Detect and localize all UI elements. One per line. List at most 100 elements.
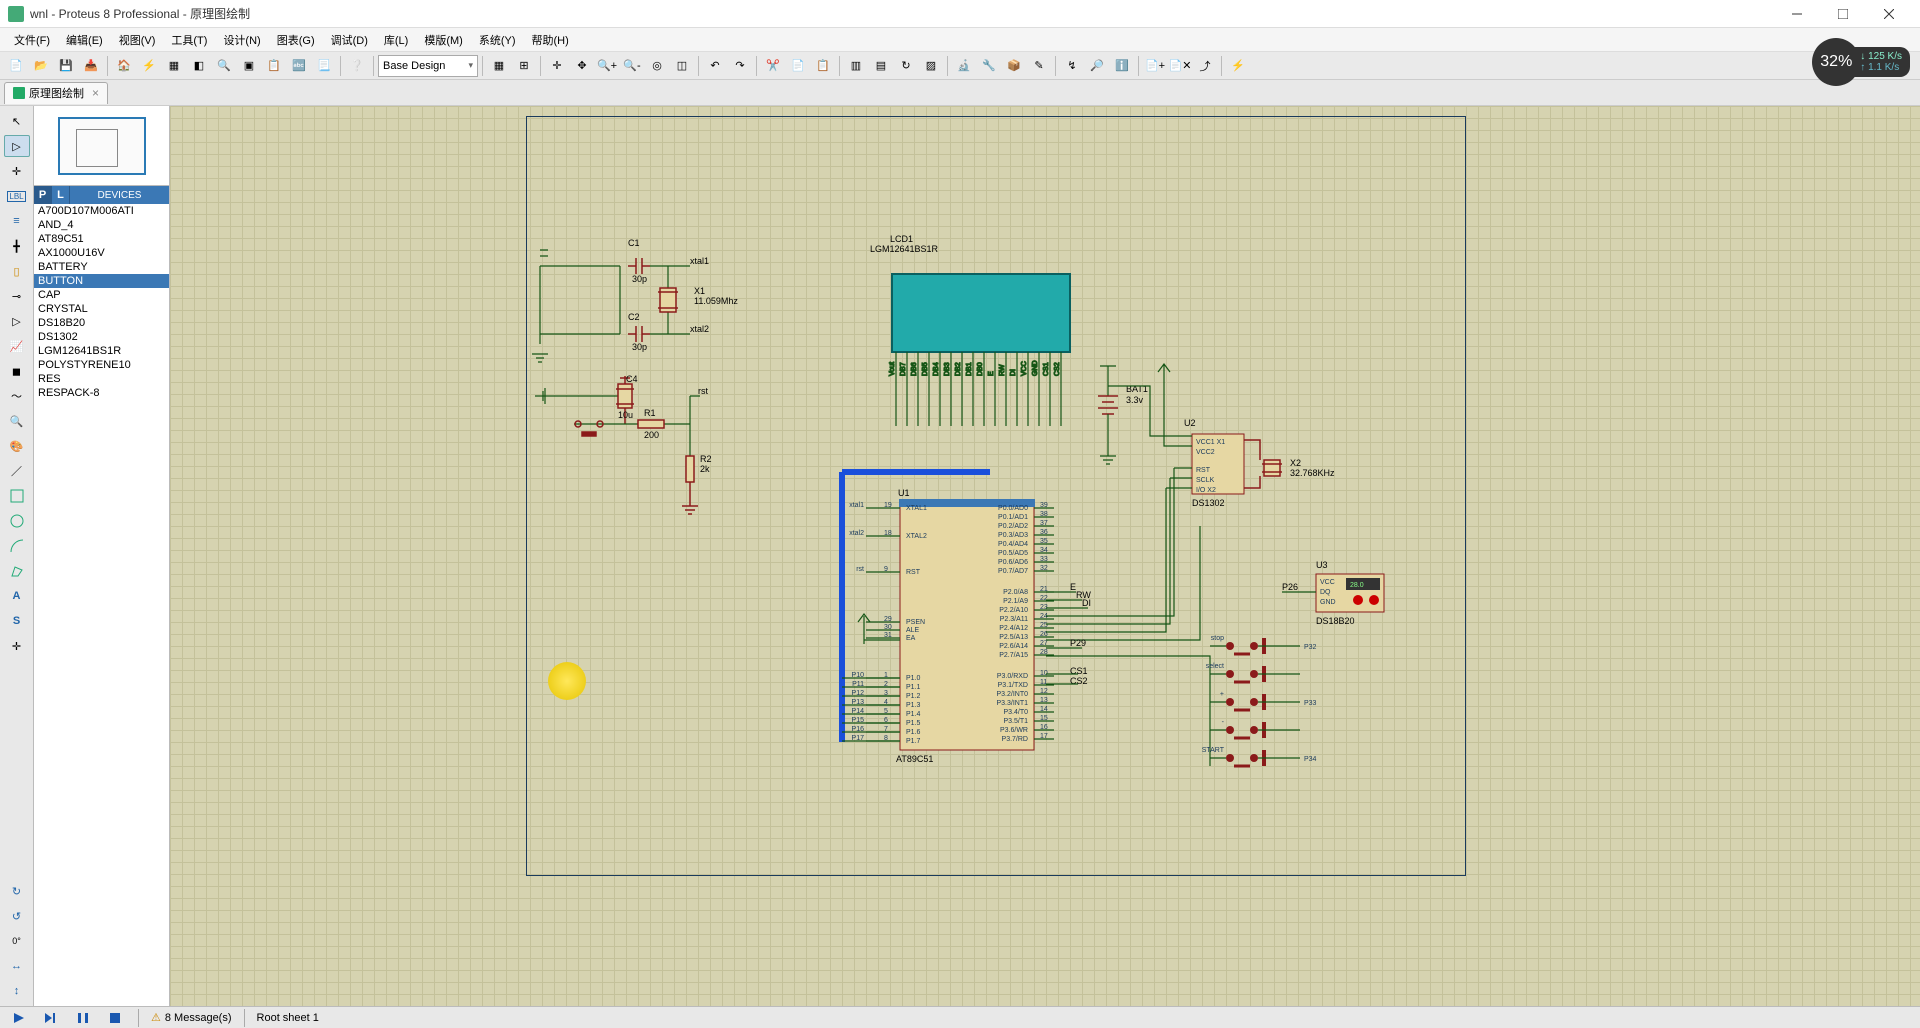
zoom-area-icon[interactable]: ◫ xyxy=(670,54,694,78)
menu-edit[interactable]: 编辑(E) xyxy=(58,29,111,51)
component-mode-icon[interactable]: ▷ xyxy=(4,135,30,157)
minimize-button[interactable] xyxy=(1774,0,1820,28)
device-item[interactable]: DS18B20 xyxy=(34,316,169,330)
current-probe-icon[interactable]: 🎨 xyxy=(4,435,30,457)
pcb-layout-icon[interactable]: ▦ xyxy=(162,54,186,78)
mirror-vertical-icon[interactable]: ↕ xyxy=(4,980,30,1002)
device-item[interactable]: BATTERY xyxy=(34,260,169,274)
stop-simulation-button[interactable] xyxy=(102,1009,128,1027)
copy-icon[interactable]: 📄 xyxy=(786,54,810,78)
remove-sheet-icon[interactable]: 📄✕ xyxy=(1168,54,1192,78)
menu-graph[interactable]: 图表(G) xyxy=(269,29,323,51)
packaging-tool-icon[interactable]: 📦 xyxy=(1002,54,1026,78)
device-item[interactable]: AT89C51 xyxy=(34,232,169,246)
menu-file[interactable]: 文件(F) xyxy=(6,29,58,51)
rotate-cw-icon[interactable]: ↻ xyxy=(4,880,30,902)
origin-icon[interactable]: ✛ xyxy=(545,54,569,78)
redo-icon[interactable]: ↷ xyxy=(728,54,752,78)
2d-arc-icon[interactable] xyxy=(4,560,30,582)
pick-devices-icon[interactable]: 🔬 xyxy=(952,54,976,78)
device-item[interactable]: RES xyxy=(34,372,169,386)
device-item[interactable]: AND_4 xyxy=(34,218,169,232)
voltage-probe-icon[interactable]: 🔍 xyxy=(4,410,30,432)
tape-recorder-icon[interactable]: ◼ xyxy=(4,360,30,382)
devices-list[interactable]: A700D107M006ATIAND_4AT89C51AX1000U16VBAT… xyxy=(34,204,169,1006)
pause-simulation-button[interactable] xyxy=(70,1009,96,1027)
block-copy-icon[interactable]: ▥ xyxy=(844,54,868,78)
terminal-icon[interactable]: ⊸ xyxy=(4,285,30,307)
menu-debug[interactable]: 调试(D) xyxy=(323,29,376,51)
toggle-grid-icon[interactable]: ▦ xyxy=(487,54,511,78)
device-item[interactable]: AX1000U16V xyxy=(34,246,169,260)
device-item[interactable]: BUTTON xyxy=(34,274,169,288)
selection-mode-icon[interactable]: ↖ xyxy=(4,110,30,132)
design-explorer-icon[interactable]: 🔍 xyxy=(212,54,236,78)
undo-icon[interactable]: ↶ xyxy=(703,54,727,78)
device-item[interactable]: LGM12641BS1R xyxy=(34,344,169,358)
exit-to-parent-icon[interactable]: ⤴ xyxy=(1193,54,1217,78)
cut-icon[interactable]: ✂️ xyxy=(761,54,785,78)
tab-schematic[interactable]: 原理图绘制 × xyxy=(4,82,108,104)
zoom-in-icon[interactable]: 🔍+ xyxy=(595,54,619,78)
pick-devices-button[interactable]: P xyxy=(34,186,52,204)
block-delete-icon[interactable]: ▨ xyxy=(919,54,943,78)
gerber-view-icon[interactable]: ◧ xyxy=(187,54,211,78)
source-code-icon[interactable]: 🔤 xyxy=(287,54,311,78)
3d-visualizer-icon[interactable]: ▣ xyxy=(237,54,261,78)
tab-close-button[interactable]: × xyxy=(92,86,99,100)
device-item[interactable]: CAP xyxy=(34,288,169,302)
wire-autoroute-icon[interactable]: ↯ xyxy=(1060,54,1084,78)
device-item[interactable]: POLYSTYRENE10 xyxy=(34,358,169,372)
zoom-all-icon[interactable]: ◎ xyxy=(645,54,669,78)
mirror-horizontal-icon[interactable]: ↔ xyxy=(4,955,30,977)
overview-navigator[interactable] xyxy=(34,106,169,186)
import-icon[interactable]: 📥 xyxy=(79,54,103,78)
menu-library[interactable]: 库(L) xyxy=(376,29,416,51)
toggle-snap-icon[interactable]: ⊞ xyxy=(512,54,536,78)
library-button[interactable]: L xyxy=(52,186,70,204)
subcircuit-icon[interactable]: ▯ xyxy=(4,260,30,282)
messages-status[interactable]: ⚠ 8 Message(s) xyxy=(143,1011,240,1024)
device-item[interactable]: CRYSTAL xyxy=(34,302,169,316)
open-file-icon[interactable]: 📂 xyxy=(29,54,53,78)
menu-tools[interactable]: 工具(T) xyxy=(163,29,215,51)
schematic-capture-icon[interactable]: ⚡ xyxy=(137,54,161,78)
step-simulation-button[interactable] xyxy=(38,1009,64,1027)
2d-path-icon[interactable]: A xyxy=(4,585,30,607)
menu-view[interactable]: 视图(V) xyxy=(111,29,164,51)
2d-symbol-icon[interactable]: ✛ xyxy=(4,635,30,657)
home-page-icon[interactable]: 🏠 xyxy=(112,54,136,78)
junction-dot-icon[interactable]: ✛ xyxy=(4,160,30,182)
rotate-ccw-icon[interactable]: ↺ xyxy=(4,905,30,927)
2d-text-icon[interactable]: S xyxy=(4,610,30,632)
maximize-button[interactable] xyxy=(1820,0,1866,28)
property-assignment-icon[interactable]: ℹ️ xyxy=(1110,54,1134,78)
save-file-icon[interactable]: 💾 xyxy=(54,54,78,78)
paste-icon[interactable]: 📋 xyxy=(811,54,835,78)
device-item[interactable]: RESPACK-8 xyxy=(34,386,169,400)
virtual-instruments-icon[interactable]: ／ xyxy=(4,460,30,482)
2d-circle-icon[interactable] xyxy=(4,535,30,557)
device-pin-icon[interactable]: ▷ xyxy=(4,310,30,332)
search-icon[interactable]: 🔎 xyxy=(1085,54,1109,78)
wire-label-icon[interactable]: LBL xyxy=(4,185,30,207)
pan-icon[interactable]: ✥ xyxy=(570,54,594,78)
sheet-indicator[interactable]: Root sheet 1 xyxy=(249,1012,327,1024)
generators-icon[interactable]: 〜 xyxy=(4,385,30,407)
make-device-icon[interactable]: 🔧 xyxy=(977,54,1001,78)
text-script-icon[interactable]: ≡ xyxy=(4,210,30,232)
project-notes-icon[interactable]: 📃 xyxy=(312,54,336,78)
decompose-icon[interactable]: ✎ xyxy=(1027,54,1051,78)
graphs-icon[interactable]: 📈 xyxy=(4,335,30,357)
2d-line-icon[interactable] xyxy=(4,485,30,507)
help-icon[interactable]: ❔ xyxy=(345,54,369,78)
device-item[interactable]: DS1302 xyxy=(34,330,169,344)
menu-help[interactable]: 帮助(H) xyxy=(524,29,577,51)
block-rotate-icon[interactable]: ↻ xyxy=(894,54,918,78)
2d-box-icon[interactable] xyxy=(4,510,30,532)
bill-of-materials-icon[interactable]: 📋 xyxy=(262,54,286,78)
run-simulation-button[interactable] xyxy=(6,1009,32,1027)
block-move-icon[interactable]: ▤ xyxy=(869,54,893,78)
design-variant-combo[interactable]: Base Design xyxy=(378,55,478,77)
schematic-canvas[interactable]: C1 30p C2 30p X1 11.059Mhz xtal1 xtal2 C… xyxy=(170,106,1920,1006)
